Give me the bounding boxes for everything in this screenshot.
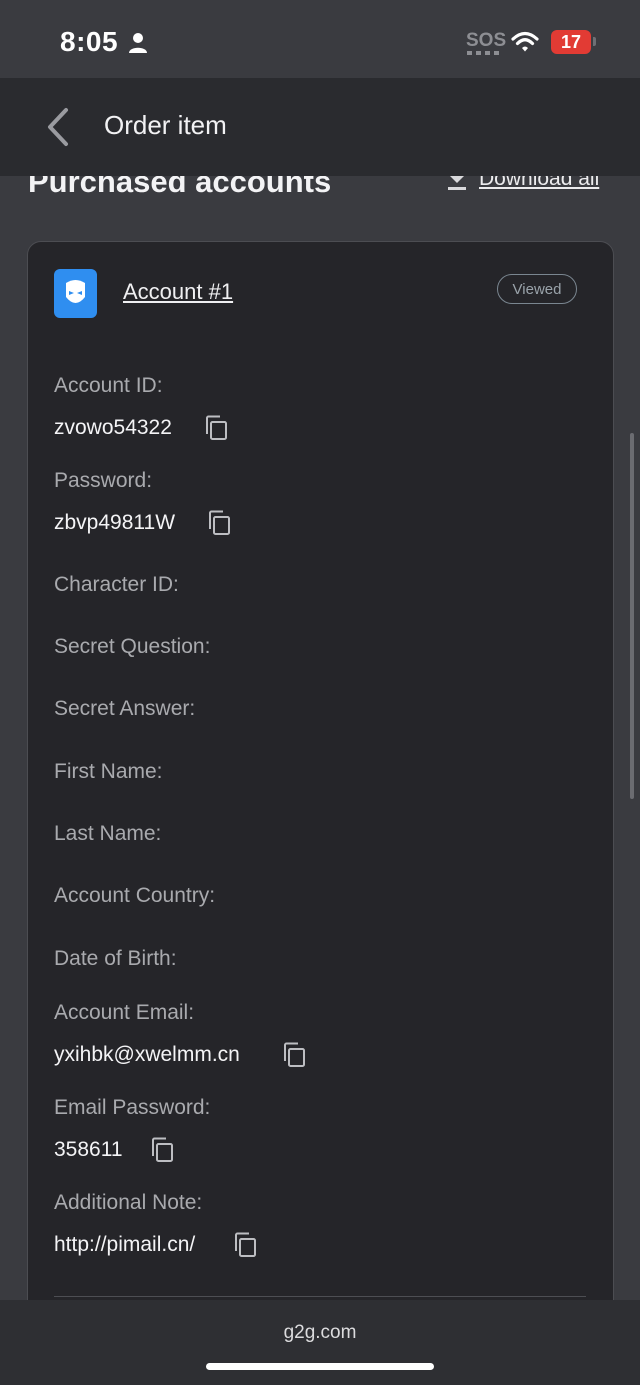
sos-indicator: SOS <box>466 30 507 51</box>
copy-icon[interactable] <box>207 510 231 536</box>
scrollbar[interactable] <box>630 433 634 799</box>
home-indicator[interactable] <box>206 1363 434 1370</box>
card-divider <box>54 1296 586 1297</box>
battery-tip <box>593 37 596 46</box>
additional-note-value: http://pimail.cn/ <box>54 1233 196 1256</box>
email-password-label: Email Password: <box>54 1096 211 1119</box>
app-header <box>0 78 640 176</box>
wifi-icon <box>511 31 539 52</box>
account-id-label: Account ID: <box>54 374 163 397</box>
secret-question-label: Secret Question: <box>54 635 211 658</box>
account-card <box>27 241 614 1343</box>
character-id-label: Character ID: <box>54 573 179 596</box>
additional-note-label: Additional Note: <box>54 1191 203 1214</box>
account-link[interactable]: Account #1 <box>123 279 233 305</box>
email-password-value: 358611 <box>54 1138 123 1161</box>
copy-icon[interactable] <box>204 415 228 441</box>
password-value: zbvp49811W <box>54 511 176 534</box>
page-title: Order item <box>104 110 227 140</box>
battery-level: 17 <box>560 31 582 52</box>
copy-icon[interactable] <box>233 1232 257 1258</box>
account-id-value: zvowo54322 <box>54 416 172 439</box>
first-name-label: First Name: <box>54 760 163 783</box>
avatar <box>54 269 97 318</box>
browser-url[interactable]: g2g.com <box>0 1322 640 1344</box>
account-country-label: Account Country: <box>54 884 216 907</box>
password-label: Password: <box>54 469 153 492</box>
battery-indicator: 17 <box>551 30 591 54</box>
secret-answer-label: Secret Answer: <box>54 697 196 720</box>
status-time: 8:05 <box>60 26 119 57</box>
viewed-badge: Viewed <box>497 274 577 304</box>
copy-icon[interactable] <box>150 1137 174 1163</box>
date-of-birth-label: Date of Birth: <box>54 947 177 970</box>
last-name-label: Last Name: <box>54 822 162 845</box>
copy-icon[interactable] <box>282 1042 306 1068</box>
person-icon <box>129 33 147 53</box>
account-email-value: yxihbk@xwelmm.cn <box>54 1043 240 1066</box>
account-email-label: Account Email: <box>54 1001 195 1024</box>
back-arrow-icon[interactable] <box>42 106 72 148</box>
signal-dots <box>467 51 501 55</box>
mask-icon <box>66 280 85 303</box>
